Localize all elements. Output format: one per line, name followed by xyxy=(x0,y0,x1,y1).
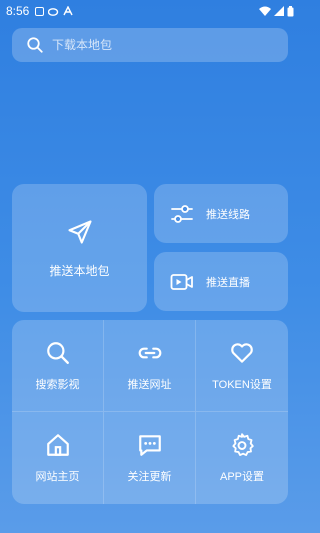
gear-icon xyxy=(232,433,254,456)
grid-item-label: 搜索影视 xyxy=(35,377,80,391)
status-bar: 8:56 xyxy=(0,0,300,22)
push-route-button[interactable]: 推送线路 xyxy=(154,184,288,243)
link-icon xyxy=(138,347,161,358)
grid-item-app-settings[interactable]: APP设置 xyxy=(196,412,288,504)
push-local-package-button[interactable]: 推送本地包 xyxy=(12,184,147,312)
signal-icon xyxy=(274,6,284,16)
push-local-package-label: 推送本地包 xyxy=(49,263,110,278)
grid-item-search-video[interactable]: 搜索影视 xyxy=(12,320,104,412)
status-time: 8:56 xyxy=(6,4,30,18)
gallery-notification-icon xyxy=(35,6,45,16)
heart-icon xyxy=(231,342,253,363)
send-icon xyxy=(67,219,92,244)
search-bar[interactable] xyxy=(12,28,288,62)
wifi-icon xyxy=(259,6,271,16)
grid-item-label: 关注更新 xyxy=(127,470,172,483)
search-icon xyxy=(46,341,69,364)
home-icon xyxy=(46,434,69,456)
battery-icon xyxy=(287,5,294,16)
grid-item-token-settings[interactable]: TOKEN设置 xyxy=(196,320,288,412)
video-icon xyxy=(170,273,193,290)
sliders-icon xyxy=(171,204,193,223)
grid-item-label: 网站主页 xyxy=(35,470,80,483)
search-icon xyxy=(27,37,43,53)
grid-item-label: APP设置 xyxy=(219,471,264,483)
grid-item-push-url[interactable]: 推送网址 xyxy=(104,320,196,412)
grid-item-label: 推送网址 xyxy=(127,377,172,391)
weibo-notification-icon xyxy=(48,8,59,16)
notification-icons xyxy=(35,6,73,16)
search-input[interactable] xyxy=(52,38,262,52)
chat-icon xyxy=(138,435,161,456)
system-icons xyxy=(259,5,294,17)
grid-item-label: TOKEN设置 xyxy=(212,378,272,391)
push-route-label: 推送线路 xyxy=(206,207,250,221)
a-notification-icon xyxy=(63,6,73,16)
push-live-button[interactable]: 推送直播 xyxy=(154,252,288,311)
grid-item-follow-updates[interactable]: 关注更新 xyxy=(104,412,196,504)
feature-grid: 搜索影视 推送网址 TOKEN设置 网站主页 关注更新 APP设置 xyxy=(12,320,288,504)
push-live-label: 推送直播 xyxy=(206,275,250,289)
grid-item-website-home[interactable]: 网站主页 xyxy=(12,412,104,504)
